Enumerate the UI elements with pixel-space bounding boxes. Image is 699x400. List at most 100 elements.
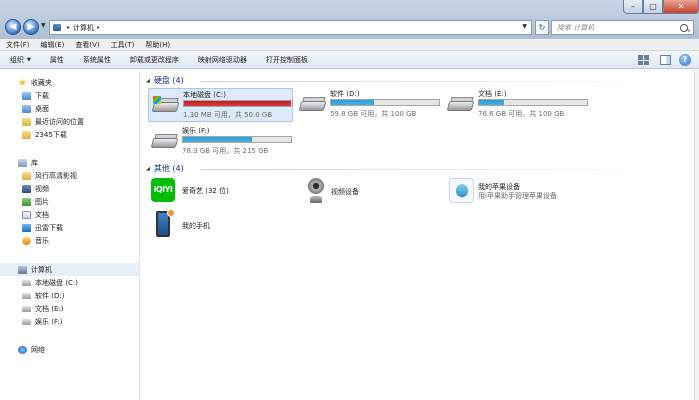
sidebar-item-thunder-downloads[interactable]: 迅雷下载 [0, 221, 139, 234]
item-name: 爱奇艺 (32 位) [182, 187, 229, 195]
sidebar-item-recent[interactable]: 最近访问的位置 [0, 115, 139, 128]
sidebar-item-funshion[interactable]: 风行高清影视 [0, 169, 139, 182]
sidebar-item-drive-d[interactable]: 软件 (D:) [0, 289, 139, 302]
breadcrumb-separator[interactable]: ▸ [67, 24, 70, 31]
sidebar-item-music[interactable]: 音乐 [0, 234, 139, 247]
change-view-icon[interactable] [638, 55, 652, 65]
open-control-panel-button[interactable]: 打开控制面板 [266, 55, 308, 65]
organize-label: 组织 [10, 55, 24, 64]
search-placeholder: 搜索 计算机 [557, 23, 595, 32]
apple-device-icon [449, 178, 474, 203]
sidebar-item-drive-e[interactable]: 文档 (E:) [0, 302, 139, 315]
group-header-other[interactable]: ◢ 其他 (4) [146, 163, 184, 174]
preview-pane-icon[interactable] [660, 55, 671, 65]
group-title: 其他 (4) [153, 164, 184, 173]
sidebar-item-documents[interactable]: 文档 [0, 208, 139, 221]
drive-space-info: 76.6 GB 可用，共 100 GB [478, 110, 565, 118]
sidebar-item-drive-c[interactable]: 本地磁盘 (C:) [0, 276, 139, 289]
drive-name: 娱乐 (F:) [182, 127, 210, 135]
system-properties-button[interactable]: 系统属性 [83, 55, 111, 65]
sidebar-item-label: 风行高清影视 [35, 171, 77, 180]
map-network-drive-button[interactable]: 映射网络驱动器 [198, 55, 247, 65]
computer-icon [53, 24, 61, 31]
item-my-phone[interactable]: 我的手机 [141, 209, 286, 241]
sidebar-item-downloads[interactable]: 下载 [0, 89, 139, 102]
drive-usage-bar [478, 99, 588, 106]
sidebar-item-pictures[interactable]: 图片 [0, 195, 139, 208]
folder-icon [22, 91, 31, 100]
drive-space-info: 78.3 GB 可用，共 215 GB [182, 147, 269, 155]
folder-icon [22, 171, 31, 180]
breadcrumb-separator[interactable]: ▸ [97, 24, 100, 31]
system-drive-icon [151, 96, 180, 114]
sidebar-item-2345-downloads[interactable]: 2345下载 [0, 128, 139, 141]
properties-button[interactable]: 属性 [50, 55, 64, 65]
group-header-drives[interactable]: ◢ 硬盘 (4) [146, 75, 184, 86]
sidebar-item-label: 娱乐 (F:) [35, 317, 63, 326]
item-name: 视频设备 [331, 188, 359, 196]
sidebar-item-computer[interactable]: 计算机 [0, 263, 139, 276]
drive-usage-fill [183, 137, 253, 142]
refresh-button[interactable]: ↻ [535, 20, 549, 35]
menu-edit[interactable]: 编辑(E) [41, 40, 65, 50]
back-button[interactable]: ◀ [5, 19, 21, 35]
sidebar-item-label: 视频 [35, 184, 49, 193]
sidebar-item-label: 下载 [35, 91, 49, 100]
drive-tile-e[interactable]: 文档 (E:) 76.6 GB 可用，共 100 GB [444, 88, 589, 122]
help-icon[interactable]: ? [679, 54, 691, 66]
sidebar-item-favorites[interactable]: 收藏夹 [0, 76, 139, 89]
sidebar-item-videos[interactable]: 视频 [0, 182, 139, 195]
sidebar-item-libraries[interactable]: 库 [0, 156, 139, 169]
drive-space-info: 1.30 MB 可用，共 50.0 GB [183, 111, 273, 119]
sidebar-item-desktop[interactable]: 桌面 [0, 102, 139, 115]
music-icon [22, 236, 31, 245]
command-toolbar: 组织 ▼ 属性 系统属性 卸载或更改程序 映射网络驱动器 打开控制面板 ? [0, 51, 699, 69]
picture-icon [22, 197, 31, 206]
recent-pages-dropdown[interactable]: ▼ [41, 22, 46, 29]
maximize-button[interactable]: □ [643, 0, 663, 14]
drive-name: 本地磁盘 (C:) [183, 91, 226, 99]
drive-space-info: 59.8 GB 可用，共 100 GB [330, 110, 417, 118]
collapse-triangle-icon[interactable]: ◢ [146, 166, 150, 172]
sidebar-item-label: 网络 [31, 345, 45, 354]
drive-usage-bar [183, 100, 293, 107]
sidebar-item-label: 软件 (D:) [35, 291, 65, 300]
network-icon [18, 345, 27, 354]
breadcrumb-computer[interactable]: 计算机 [73, 23, 94, 33]
collapse-triangle-icon[interactable]: ◢ [146, 78, 150, 84]
sidebar-item-label: 本地磁盘 (C:) [35, 278, 78, 287]
item-video-device[interactable]: 视频设备 [301, 178, 446, 208]
group-title: 硬盘 (4) [153, 76, 184, 85]
drive-tile-c[interactable]: 本地磁盘 (C:) 1.30 MB 可用，共 50.0 GB [148, 88, 293, 122]
drive-usage-fill [479, 100, 504, 105]
sidebar-item-network[interactable]: 网络 [0, 343, 139, 356]
group-divider [201, 81, 691, 82]
drive-tile-d[interactable]: 软件 (D:) 59.8 GB 可用，共 100 GB [296, 88, 441, 122]
window-controls: – □ ✕ [623, 0, 699, 15]
forward-button[interactable]: ▶ [23, 19, 39, 35]
menu-file[interactable]: 文件(F) [6, 40, 30, 50]
minimize-button[interactable]: – [623, 0, 643, 14]
item-iqiyi[interactable]: iQIYI 爱奇艺 (32 位) [141, 178, 286, 208]
sidebar-item-label: 收藏夹 [31, 78, 52, 87]
drive-icon [22, 292, 31, 299]
search-icon[interactable] [680, 23, 688, 32]
folder-icon [22, 117, 31, 126]
scrollbar-edge [694, 70, 699, 400]
drive-tile-f[interactable]: 娱乐 (F:) 78.3 GB 可用，共 215 GB [148, 125, 293, 159]
menu-help[interactable]: 帮助(H) [145, 40, 170, 50]
drive-icon [150, 132, 179, 150]
close-button[interactable]: ✕ [663, 0, 699, 14]
menu-view[interactable]: 查看(V) [75, 40, 99, 50]
star-icon [18, 78, 27, 86]
uninstall-program-button[interactable]: 卸载或更改程序 [130, 55, 179, 65]
item-apple-device[interactable]: 我的苹果设备 用i苹果助手管理苹果设备 [446, 178, 606, 208]
address-dropdown[interactable]: ▼ [522, 23, 527, 30]
organize-button[interactable]: 组织 ▼ [10, 55, 31, 65]
sidebar-item-drive-f[interactable]: 娱乐 (F:) [0, 315, 139, 328]
drive-usage-fill [331, 100, 375, 105]
address-bar[interactable]: ▸ 计算机 ▸ ▼ [49, 20, 532, 35]
sidebar-item-label: 最近访问的位置 [35, 117, 84, 126]
search-input[interactable]: 搜索 计算机 [551, 20, 694, 35]
menu-tools[interactable]: 工具(T) [111, 40, 135, 50]
